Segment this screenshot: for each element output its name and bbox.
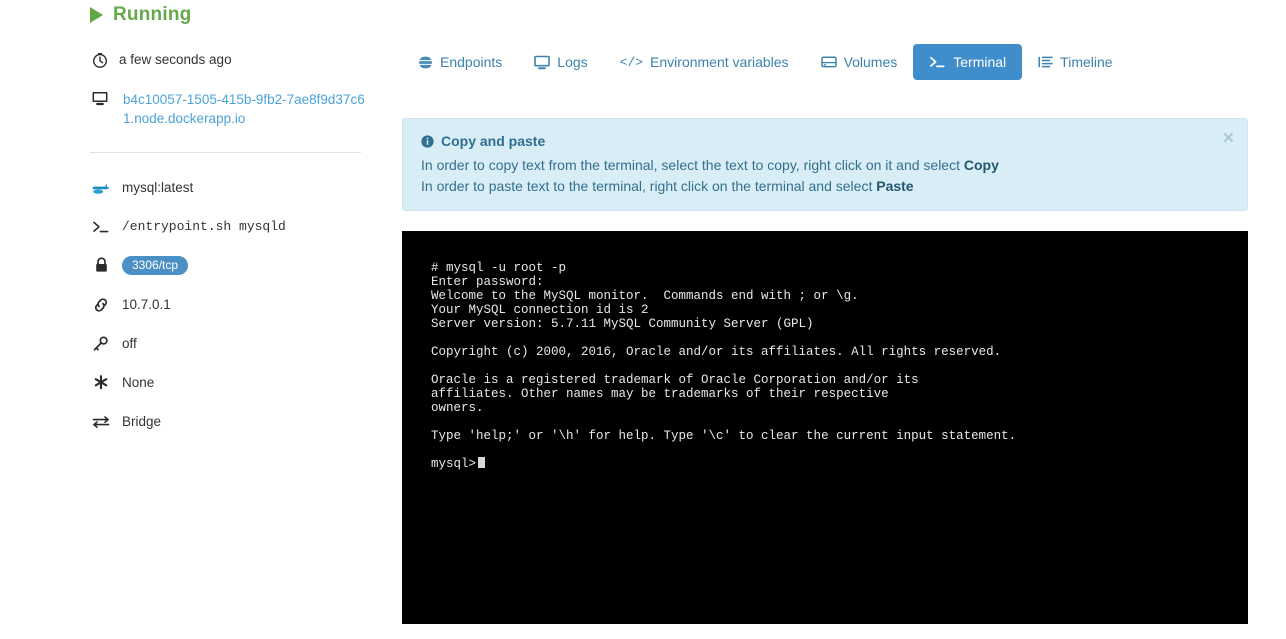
info-icon bbox=[421, 134, 434, 148]
terminal-line: owners. bbox=[431, 401, 484, 415]
tab-label: Environment variables bbox=[650, 54, 789, 70]
terminal-prompt-label: mysql> bbox=[431, 457, 477, 471]
terminal-line: Copyright (c) 2000, 2016, Oracle and/or … bbox=[431, 345, 1002, 359]
alert-copy-keyword: Copy bbox=[963, 157, 999, 173]
terminal-line: Welcome to the MySQL monitor. Commands e… bbox=[431, 289, 859, 303]
key-icon bbox=[92, 335, 110, 353]
monitor-icon bbox=[534, 55, 551, 69]
tab-logs[interactable]: Logs bbox=[518, 44, 603, 80]
lock-icon bbox=[92, 257, 110, 275]
alert-line-copy-text: In order to copy text from the terminal,… bbox=[421, 157, 964, 173]
tab-label: Volumes bbox=[843, 54, 898, 70]
terminal-prompt-line: mysql> bbox=[431, 457, 1248, 471]
alert-line-copy: In order to copy text from the terminal,… bbox=[421, 155, 1229, 176]
link-icon bbox=[92, 296, 110, 314]
info-item-label: None bbox=[122, 375, 155, 390]
list-icon bbox=[1038, 56, 1053, 68]
alert-title-row: Copy and paste bbox=[421, 133, 1229, 149]
tab-label: Terminal bbox=[953, 54, 1007, 70]
alert-line-paste-text: In order to paste text to the terminal, … bbox=[421, 178, 877, 194]
info-item-privileged: off bbox=[92, 324, 382, 363]
alert-line-paste: In order to paste text to the terminal, … bbox=[421, 176, 1229, 197]
info-item-ports: 3306/tcp bbox=[92, 246, 382, 285]
port-badge[interactable]: 3306/tcp bbox=[122, 256, 189, 275]
terminal-cursor bbox=[478, 457, 486, 468]
tab-bar: Endpoints Logs </> Environment variables bbox=[402, 44, 1129, 80]
terminal-prompt-icon bbox=[92, 218, 110, 236]
clock-icon bbox=[92, 53, 108, 68]
status-badge: Running bbox=[90, 4, 191, 26]
terminal-prompt-icon bbox=[930, 56, 945, 68]
info-item-network: Bridge bbox=[92, 402, 382, 441]
database-icon bbox=[820, 56, 837, 68]
hostname-link[interactable]: b4c10057-1505-415b-9fb2-7ae8f9d37c61.nod… bbox=[123, 90, 372, 128]
tab-label: Logs bbox=[557, 54, 588, 70]
info-item-label: mysql:latest bbox=[122, 180, 194, 195]
tab-environment-variables[interactable]: </> Environment variables bbox=[604, 44, 805, 80]
main-panel: Endpoints Logs </> Environment variables bbox=[390, 0, 1286, 639]
terminal-line: Enter password: bbox=[431, 275, 544, 289]
tab-volumes[interactable]: Volumes bbox=[805, 44, 914, 80]
copy-paste-alert: Copy and paste In order to copy text fro… bbox=[402, 118, 1248, 211]
terminal-line: Server version: 5.7.11 MySQL Community S… bbox=[431, 317, 814, 331]
container-info-list: mysql:latest /entrypoint.sh mysqld 3306/… bbox=[92, 168, 382, 441]
status-label: Running bbox=[113, 4, 192, 25]
terminal-line: # mysql -u root -p bbox=[431, 261, 567, 275]
alert-title: Copy and paste bbox=[441, 133, 546, 149]
alert-paste-keyword: Paste bbox=[876, 178, 914, 194]
code-icon: </> bbox=[619, 54, 644, 70]
container-details-page: Running a few seconds ago b4c10057-1505-… bbox=[0, 0, 1286, 639]
exchange-icon bbox=[92, 413, 110, 431]
info-item-label: /entrypoint.sh mysqld bbox=[122, 219, 286, 234]
docker-whale-icon bbox=[92, 179, 110, 197]
tab-label: Timeline bbox=[1060, 54, 1113, 70]
tab-label: Endpoints bbox=[440, 54, 503, 70]
terminal-line: Oracle is a registered trademark of Orac… bbox=[431, 373, 919, 387]
terminal-console[interactable]: # mysql -u root -p Enter password: Welco… bbox=[402, 231, 1248, 624]
last-updated-row: a few seconds ago bbox=[92, 52, 232, 69]
info-item-volumes: None bbox=[92, 363, 382, 402]
last-updated-label: a few seconds ago bbox=[119, 52, 232, 67]
hostname-row: b4c10057-1505-415b-9fb2-7ae8f9d37c61.nod… bbox=[92, 90, 372, 128]
tab-endpoints[interactable]: Endpoints bbox=[402, 44, 518, 80]
info-item-ip: 10.7.0.1 bbox=[92, 285, 382, 324]
info-item-command: /entrypoint.sh mysqld bbox=[92, 207, 382, 246]
tab-terminal[interactable]: Terminal bbox=[913, 44, 1023, 80]
globe-icon bbox=[418, 55, 433, 69]
terminal-line: Your MySQL connection id is 2 bbox=[431, 303, 649, 317]
terminal-line: affiliates. Other names may be trademark… bbox=[431, 387, 889, 401]
close-icon[interactable]: × bbox=[1223, 129, 1234, 148]
info-item-label: Bridge bbox=[122, 414, 162, 429]
info-item-image: mysql:latest bbox=[92, 168, 382, 207]
tab-timeline[interactable]: Timeline bbox=[1022, 44, 1128, 80]
asterisk-icon bbox=[92, 374, 110, 392]
info-item-label: off bbox=[122, 336, 137, 351]
play-icon bbox=[90, 7, 103, 23]
monitor-icon bbox=[92, 91, 108, 106]
container-sidebar: Running a few seconds ago b4c10057-1505-… bbox=[0, 0, 390, 639]
terminal-line: Type 'help;' or '\h' for help. Type '\c'… bbox=[431, 429, 1017, 443]
info-item-label: 10.7.0.1 bbox=[122, 297, 171, 312]
sidebar-divider bbox=[90, 152, 361, 153]
